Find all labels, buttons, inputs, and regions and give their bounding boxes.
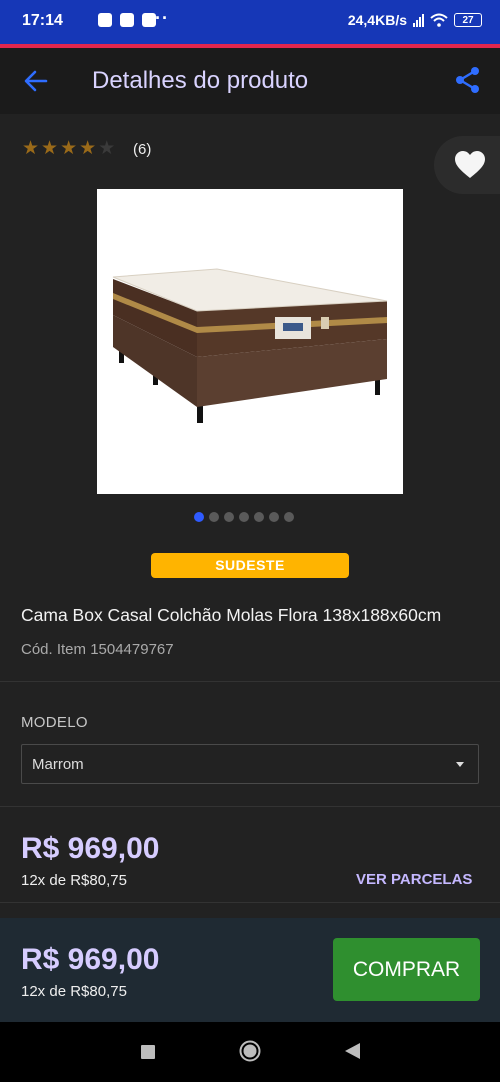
carousel-dot[interactable] — [269, 512, 279, 522]
region-badge: SUDESTE — [151, 553, 349, 578]
network-speed: 24,4KB/s — [347, 12, 407, 28]
wifi-icon — [430, 13, 448, 27]
rating-stars: ★ ★ ★ ★ ★ — [22, 139, 115, 159]
star-empty-icon: ★ — [98, 138, 116, 159]
carousel-dot[interactable] — [209, 512, 219, 522]
status-time: 17:14 — [22, 12, 63, 29]
star-filled-icon: ★ — [22, 138, 40, 159]
carousel-dot[interactable] — [239, 512, 249, 522]
app-notification-icon — [98, 13, 112, 27]
carousel-dot[interactable] — [254, 512, 264, 522]
share-icon[interactable] — [454, 66, 482, 94]
divider — [0, 902, 500, 903]
carousel-dot-active[interactable] — [194, 512, 204, 522]
app-bar: Detalhes do produto — [0, 48, 500, 114]
carousel-dot[interactable] — [224, 512, 234, 522]
status-bar: 17:14 ··· 24,4KB/s 27 — [0, 0, 500, 44]
star-filled-icon: ★ — [79, 138, 97, 159]
carousel-dot[interactable] — [284, 512, 294, 522]
bottom-price: R$ 969,00 — [21, 943, 160, 976]
rating-count[interactable]: (6) — [133, 141, 151, 158]
page-title: Detalhes do produto — [92, 67, 309, 94]
model-selected-value: Marrom — [32, 756, 84, 773]
favorite-button[interactable] — [434, 136, 500, 194]
arrow-left-icon[interactable] — [22, 68, 50, 94]
signal-icon — [413, 13, 424, 27]
installments-text: 12x de R$80,75 — [21, 872, 127, 889]
back-icon[interactable] — [345, 1043, 360, 1059]
star-filled-icon: ★ — [60, 138, 78, 159]
model-label: MODELO — [21, 714, 88, 731]
app-notification-icon — [120, 13, 134, 27]
heart-icon — [455, 151, 485, 178]
buy-button[interactable]: COMPRAR — [333, 938, 480, 1001]
image-carousel-indicator — [194, 512, 294, 522]
product-name: Cama Box Casal Colchão Molas Flora 138x1… — [21, 605, 442, 625]
ver-parcelas-link[interactable]: VER PARCELAS — [356, 871, 472, 888]
star-filled-icon: ★ — [41, 138, 59, 159]
divider — [0, 806, 500, 807]
item-code: Cód. Item 1504479767 — [21, 641, 174, 658]
bottom-installments-text: 12x de R$80,75 — [21, 983, 127, 1000]
more-notifications-icon: ··· — [148, 8, 169, 28]
recent-apps-icon[interactable] — [141, 1045, 155, 1059]
model-select[interactable]: Marrom — [21, 744, 479, 784]
status-right: 24,4KB/s 27 — [348, 12, 482, 28]
chevron-down-icon — [456, 762, 464, 767]
battery-icon: 27 — [454, 13, 482, 27]
product-image[interactable] — [97, 189, 403, 494]
home-icon[interactable] — [239, 1040, 261, 1062]
divider — [0, 681, 500, 682]
bed-image — [112, 268, 388, 423]
product-price: R$ 969,00 — [21, 832, 160, 865]
